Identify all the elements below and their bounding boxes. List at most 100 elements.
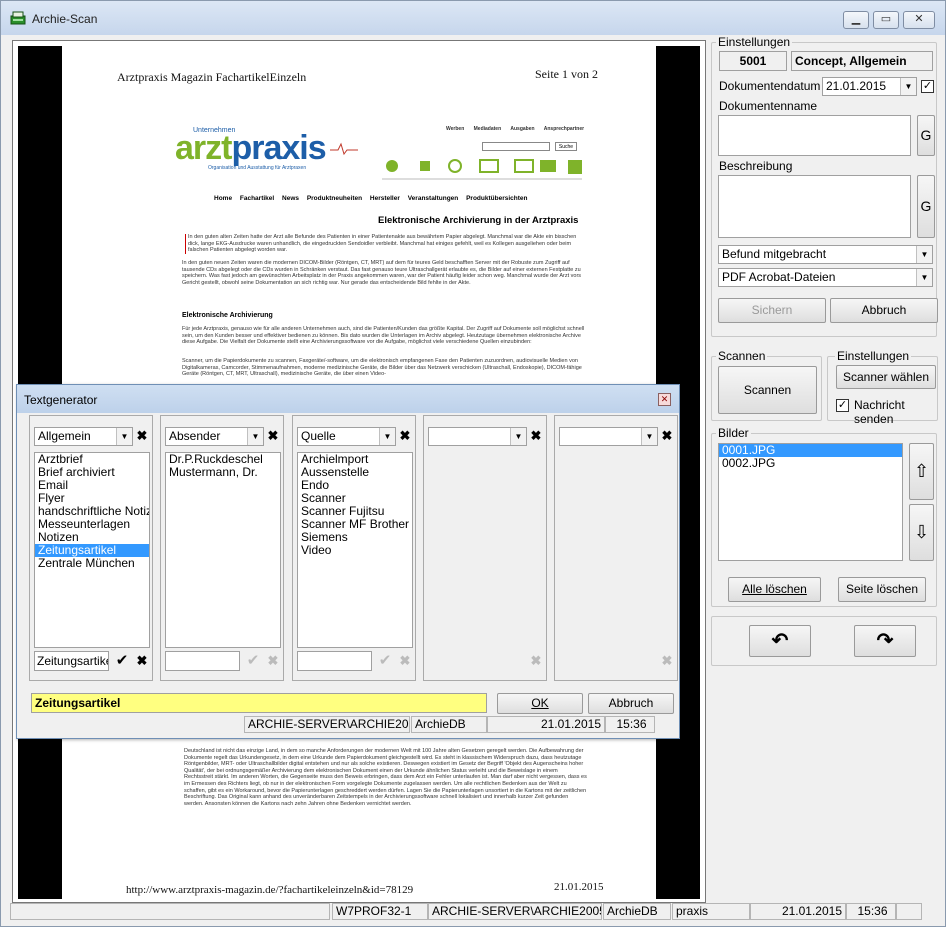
doc-footer-date: 21.01.2015 [554, 881, 604, 893]
column-3-list[interactable]: Archielmport Aussenstelle Endo Scanner S… [297, 452, 413, 648]
logo-ecg-icon [330, 142, 358, 156]
document-type-select[interactable]: Befund mitgebracht ▼ [718, 245, 933, 264]
close-icon: ✕ [914, 13, 924, 25]
logo-text: arztpraxis [175, 129, 327, 167]
delete-page-button[interactable]: Seite löschen [838, 577, 926, 602]
doc-toplink: Werben [446, 126, 465, 132]
save-button[interactable]: Sichern [718, 298, 826, 323]
close-button[interactable]: ✕ [903, 11, 935, 29]
chevron-down-icon: ▼ [916, 269, 932, 286]
textgen-column-2: Absender ▼ ✖ Dr.P.Ruckdeschel Mustermann,… [160, 415, 284, 681]
column-4-clear-icon[interactable]: ✖ [530, 429, 542, 443]
column-3-input[interactable] [297, 651, 372, 671]
column-2-list[interactable]: Dr.P.Ruckdeschel Mustermann, Dr. [165, 452, 281, 648]
dialog-status-database: ArchieDB [411, 716, 487, 733]
column-1-select[interactable]: Allgemein ▼ [34, 427, 133, 446]
column-3-clear-icon[interactable]: ✖ [399, 429, 411, 443]
date-value: 21.01.2015 [826, 79, 887, 93]
description-generate-button[interactable]: G [917, 175, 935, 238]
column-3-apply-icon[interactable]: ✔ [375, 652, 395, 670]
column-1-value: Allgemein [38, 429, 91, 443]
chevron-down-icon: ▼ [641, 428, 657, 445]
doc-paragraph-1: In den guten alten Zeiten hatte der Arzt… [185, 234, 587, 254]
move-up-button[interactable]: ⇧ [909, 443, 934, 500]
column-5-remove-icon[interactable]: ✖ [661, 654, 673, 668]
column-4-select[interactable]: ▼ [428, 427, 527, 446]
doc-paragraph-4: Scanner, um die Papierdokumente zu scann… [182, 358, 582, 378]
status-user: praxis [672, 903, 750, 920]
images-list[interactable]: 0001.JPG 0002.JPG [718, 443, 903, 561]
cancel-button[interactable]: Abbruch [830, 298, 938, 323]
dialog-status-date: 21.01.2015 [487, 716, 605, 733]
textgen-column-1: Allgemein ▼ ✖ Arztbrief Brief archiviert … [29, 415, 153, 681]
scan-button[interactable]: Scannen [718, 366, 817, 414]
doc-article-title: Elektronische Archivierung in der Arztpr… [378, 215, 579, 226]
column-1-remove-icon[interactable]: ✖ [136, 654, 148, 668]
column-2-input[interactable] [165, 651, 240, 671]
dialog-close-button[interactable]: ✕ [658, 393, 671, 406]
doc-paragraph-2: In den guten neuen Zeiten waren die mode… [182, 260, 582, 286]
delete-all-button[interactable]: Alle löschen [728, 577, 821, 602]
chevron-down-icon: ▼ [900, 78, 916, 95]
file-type-select[interactable]: PDF Acrobat-Dateien ▼ [718, 268, 933, 287]
date-picker[interactable]: 21.01.2015 ▼ [822, 77, 917, 96]
dialog-title: Textgenerator [24, 393, 98, 407]
doc-toplinks: Werben Mediadaten Ausgaben Ansprechpartn… [446, 126, 584, 132]
column-5-clear-icon[interactable]: ✖ [661, 429, 673, 443]
choose-scanner-button[interactable]: Scanner wählen [836, 365, 936, 389]
status-server: ARCHIE-SERVER\ARCHIE2005 [428, 903, 602, 920]
list-item[interactable]: 0002.JPG [719, 457, 902, 470]
status-date: 21.01.2015 [750, 903, 846, 920]
doc-category-icons [380, 158, 590, 188]
column-5-select[interactable]: ▼ [559, 427, 658, 446]
column-2-select[interactable]: Absender ▼ [165, 427, 264, 446]
column-1-clear-icon[interactable]: ✖ [136, 429, 148, 443]
move-down-button[interactable]: ⇩ [909, 504, 934, 561]
docname-generate-button[interactable]: G [917, 115, 935, 156]
category-icons-strip [382, 159, 582, 180]
chevron-down-icon: ▼ [916, 246, 932, 263]
column-2-apply-icon[interactable]: ✔ [243, 652, 263, 670]
rotate-left-button[interactable]: ↶ [749, 625, 811, 657]
chevron-down-icon: ▼ [510, 428, 526, 445]
column-1-input[interactable]: Zeitungsartikel [34, 651, 109, 671]
status-bar: W7PROF32-1 ARCHIE-SERVER\ARCHIE2005 Arch… [6, 903, 941, 922]
status-empty [10, 903, 330, 920]
docname-input[interactable] [718, 115, 911, 156]
scanner-app-icon [10, 11, 26, 25]
doc-paragraph-3: Für jede Arztpraxis, genauso wie für all… [182, 326, 585, 346]
description-input[interactable] [718, 175, 911, 238]
arrow-up-icon: ⇧ [913, 461, 930, 481]
column-2-clear-icon[interactable]: ✖ [267, 429, 279, 443]
column-4-remove-icon[interactable]: ✖ [530, 654, 542, 668]
description-label: Beschreibung [719, 159, 793, 173]
column-1-apply-icon[interactable]: ✔ [112, 652, 132, 670]
rotate-right-button[interactable]: ↷ [854, 625, 916, 657]
notify-checkbox[interactable]: ✓ [836, 399, 849, 412]
dialog-title-bar[interactable]: Textgenerator ✕ [17, 385, 679, 413]
column-3-select[interactable]: Quelle ▼ [297, 427, 396, 446]
list-item[interactable]: Mustermann, Dr. [166, 466, 280, 479]
settings-group-label: Einstellungen [716, 35, 793, 49]
logo-tagline: Organisation und Ausstattung für Arztpra… [208, 165, 307, 171]
result-text-field[interactable]: Zeitungsartikel [31, 693, 487, 713]
dialog-cancel-button[interactable]: Abbruch [588, 693, 674, 714]
column-2-remove-icon[interactable]: ✖ [267, 654, 279, 668]
column-3-remove-icon[interactable]: ✖ [399, 654, 411, 668]
arrow-down-icon: ⇩ [913, 522, 930, 542]
list-item[interactable]: Zentrale München [35, 557, 149, 570]
minimize-button[interactable]: ▁ [843, 11, 869, 29]
doc-header-left: Arztpraxis Magazin FachartikelEinzeln [117, 70, 307, 84]
docname-label: Dokumentenname [719, 99, 818, 113]
title-bar[interactable]: Archie-Scan ▁ ▭ ✕ [1, 1, 945, 35]
maximize-button[interactable]: ▭ [873, 11, 899, 29]
ok-button[interactable]: OK [497, 693, 583, 714]
column-1-list[interactable]: Arztbrief Brief archiviert Email Flyer h… [34, 452, 150, 648]
date-checkbox[interactable]: ✓ [921, 80, 934, 93]
logo-praxis: praxis [231, 129, 326, 167]
textgen-column-3: Quelle ▼ ✖ Archielmport Aussenstelle Endo… [292, 415, 416, 681]
list-item[interactable]: Video [298, 544, 412, 557]
doc-category-field: Concept, Allgemein [791, 51, 933, 71]
doc-nav-item: Home [214, 195, 233, 202]
doc-nav-item: Produktneuheiten [306, 195, 363, 202]
